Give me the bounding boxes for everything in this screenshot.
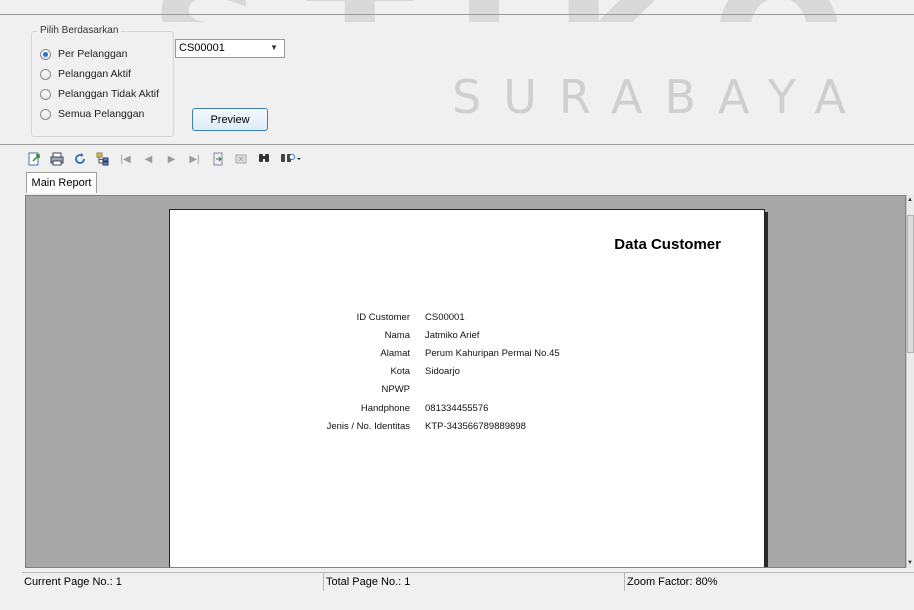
field-label-handphone: Handphone — [360, 403, 410, 414]
export-icon[interactable] — [26, 152, 41, 167]
field-value-alamat: Perum Kahuripan Permai No.45 — [425, 348, 560, 359]
field-label-kota: Kota — [390, 366, 410, 377]
field-label-npwp: NPWP — [381, 384, 411, 395]
scrollbar-thumb[interactable] — [907, 215, 914, 353]
preview-button[interactable]: Preview — [192, 108, 268, 131]
report-toolbar: |◀ ◀ ▶ ▶| — [26, 151, 313, 167]
field-value-jenis-identitas: KTP-343566789889898 — [425, 421, 526, 432]
watermark-stikom: STIKOM — [150, 0, 850, 22]
refresh-icon[interactable] — [72, 152, 87, 167]
field-value-handphone: 081334455576 — [425, 403, 489, 414]
radio-per-pelanggan[interactable]: Per Pelanggan — [40, 46, 127, 62]
radio-button-icon[interactable] — [40, 48, 51, 60]
radio-button-icon[interactable] — [40, 68, 51, 80]
previous-page-icon[interactable]: ◀ — [141, 152, 156, 167]
field-label-id-customer: ID Customer — [356, 312, 410, 323]
zoom-icon[interactable] — [279, 152, 305, 167]
scroll-down-icon[interactable]: ▼ — [907, 560, 913, 566]
filter-group-title: Pilih Berdasarkan — [37, 25, 122, 36]
last-page-icon[interactable]: ▶| — [187, 152, 202, 167]
group-tree-icon[interactable] — [95, 152, 110, 167]
watermark-surabaya: SURABAYA — [452, 70, 868, 124]
radio-label: Pelanggan Aktif — [58, 68, 131, 80]
first-page-icon[interactable]: |◀ — [118, 152, 133, 167]
chevron-down-icon[interactable]: ▼ — [270, 43, 278, 52]
tab-main-report[interactable]: Main Report — [26, 172, 97, 193]
top-divider — [0, 14, 914, 15]
radio-label: Semua Pelanggan — [58, 108, 145, 120]
radio-button-icon[interactable] — [40, 88, 51, 100]
field-value-kota: Sidoarjo — [425, 366, 460, 377]
radio-pelanggan-aktif[interactable]: Pelanggan Aktif — [40, 66, 131, 82]
field-label-jenis-identitas: Jenis / No. Identitas — [326, 421, 410, 432]
scroll-up-icon[interactable]: ▲ — [907, 197, 913, 203]
customer-select[interactable]: CS00001 ▼ — [175, 39, 285, 58]
next-page-icon[interactable]: ▶ — [164, 152, 179, 167]
status-bar: Current Page No.: 1 Total Page No.: 1 Zo… — [22, 572, 914, 591]
radio-label: Pelanggan Tidak Aktif — [58, 88, 159, 100]
report-title: Data Customer — [614, 236, 721, 253]
radio-pelanggan-tidak-aktif[interactable]: Pelanggan Tidak Aktif — [40, 86, 159, 102]
field-label-alamat: Alamat — [380, 348, 410, 359]
field-value-nama: Jatmiko Arief — [425, 330, 480, 341]
stop-icon[interactable] — [233, 152, 248, 167]
report-viewer[interactable]: Data Customer ID Customer CS00001 Nama J… — [25, 195, 906, 568]
customer-select-value: CS00001 — [179, 42, 225, 54]
print-icon[interactable] — [49, 152, 64, 167]
vertical-scrollbar[interactable]: ▲ ▼ — [906, 195, 914, 568]
field-label-nama: Nama — [384, 330, 410, 341]
status-zoom-factor: Zoom Factor: 80% — [627, 576, 718, 588]
section-divider — [0, 144, 914, 145]
status-total-page: Total Page No.: 1 — [324, 573, 625, 591]
search-icon[interactable] — [256, 152, 271, 167]
status-current-page: Current Page No.: 1 — [22, 573, 324, 591]
radio-label: Per Pelanggan — [58, 48, 128, 60]
radio-semua-pelanggan[interactable]: Semua Pelanggan — [40, 106, 144, 122]
field-value-id-customer: CS00001 — [425, 312, 465, 323]
report-page: Data Customer ID Customer CS00001 Nama J… — [169, 209, 765, 567]
radio-button-icon[interactable] — [40, 108, 51, 120]
goto-page-icon[interactable] — [210, 152, 225, 167]
